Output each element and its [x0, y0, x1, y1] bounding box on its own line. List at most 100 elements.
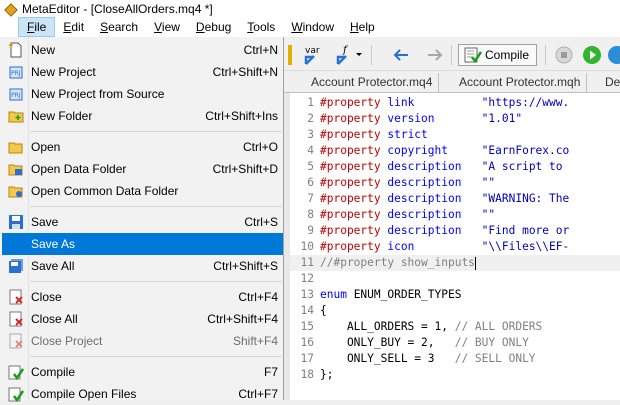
line-number: 16: [300, 336, 314, 349]
menu-item-save[interactable]: Save Ctrl+S: [2, 211, 283, 233]
insert-function-button[interactable]: f: [333, 44, 365, 66]
start-debug-button[interactable]: [581, 44, 603, 66]
insert-variable-button[interactable]: var: [301, 44, 327, 66]
arrow-right-icon: [428, 49, 443, 61]
menu-file[interactable]: File: [18, 17, 56, 37]
code-line: 11 //#property show_inputs: [290, 255, 620, 271]
menu-item-close-all[interactable]: Close All Ctrl+Shift+F4: [2, 308, 283, 330]
menu-item-shortcut: Ctrl+F4: [238, 290, 278, 304]
menu-separator: [30, 206, 282, 207]
title-bar: MetaEditor - [CloseAllOrders.mq4 *]: [0, 0, 620, 17]
menu-item-open-data-folder[interactable]: Open Data Folder Ctrl+Shift+D: [2, 158, 283, 180]
pause-button[interactable]: [607, 44, 620, 66]
code-token: copyright: [387, 144, 448, 157]
code-token: description: [387, 224, 462, 237]
line-number: 5: [307, 160, 314, 173]
menu-item-label: Open Data Folder: [31, 162, 127, 176]
tab-account-protector-mq4[interactable]: Account Protector.mq4: [305, 73, 440, 93]
svg-text:PRJ: PRJ: [11, 70, 21, 77]
code-token: #property: [320, 224, 388, 237]
menu-item-label: Save: [31, 215, 59, 229]
code-editor[interactable]: 1 #property link "https://www. 2 #property …: [290, 93, 620, 400]
menu-item-new[interactable]: New Ctrl+N: [2, 39, 283, 61]
menu-tools[interactable]: Tools: [239, 17, 283, 37]
menu-help[interactable]: Help: [342, 17, 383, 37]
toolbar-grip: [287, 44, 293, 66]
svg-text:f: f: [342, 45, 349, 56]
code-token: version: [387, 112, 435, 125]
menu-item-new-project-from-source[interactable]: PRJ New Project from Source: [2, 83, 283, 105]
menu-search[interactable]: Search: [92, 17, 146, 37]
code-line: 10 #property icon "\\Files\\EF-: [290, 239, 620, 255]
menu-item-open-common-data-folder[interactable]: Open Common Data Folder: [2, 180, 283, 202]
code-token: description: [387, 176, 462, 189]
navigate-forward-button[interactable]: [425, 44, 445, 66]
menu-item-shortcut: Ctrl+N: [243, 43, 278, 57]
menu-item-save-as[interactable]: Save As: [2, 233, 283, 255]
code-token: // ALL ORDERS: [454, 320, 543, 333]
compile-icon: [8, 364, 24, 380]
compile-label: Compile: [484, 48, 529, 62]
navigate-back-button[interactable]: [391, 44, 411, 66]
stop-button[interactable]: [553, 44, 575, 66]
code-token: };: [320, 368, 334, 381]
code-line: 9 #property description "Find more or: [290, 223, 620, 239]
line-number: 2: [307, 112, 314, 125]
code-token: description: [387, 192, 462, 205]
menu-view[interactable]: View: [146, 17, 188, 37]
line-number: 8: [307, 208, 314, 221]
code-token: #property: [320, 160, 388, 173]
code-token: {: [320, 304, 327, 317]
menu-item-new-folder[interactable]: New Folder Ctrl+Shift+Ins: [2, 105, 283, 127]
menu-bar: File Edit Search View Debug Tools Window Help: [0, 17, 620, 37]
menu-item-shortcut: Ctrl+Shift+Ins: [205, 109, 278, 123]
code-token: link: [387, 96, 415, 109]
code-token: #property: [320, 128, 388, 141]
file-menu-dropdown: New Ctrl+N PRJ New Project Ctrl+Shift+N PRJ Ne…: [0, 37, 284, 402]
text-caret: [474, 256, 476, 270]
line-number: 7: [307, 192, 314, 205]
menu-item-open[interactable]: Open Ctrl+O: [2, 136, 283, 158]
menu-item-close[interactable]: Close Ctrl+F4: [2, 286, 283, 308]
code-token: icon: [387, 240, 415, 253]
code-token: "Find more or: [481, 224, 570, 237]
play-icon: [583, 46, 601, 64]
menu-edit[interactable]: Edit: [55, 17, 92, 37]
menu-item-compile-open-files[interactable]: Compile Open Files Ctrl+F7: [2, 383, 283, 405]
close-icon: [8, 289, 24, 305]
compile-button[interactable]: Compile: [458, 44, 537, 66]
menu-item-compile[interactable]: Compile F7: [2, 361, 283, 383]
code-line: 18};: [290, 367, 620, 383]
code-token: "1.01": [481, 112, 523, 125]
code-token: "": [481, 176, 496, 189]
code-token: #property: [320, 112, 388, 125]
code-token: #property: [320, 96, 388, 109]
code-token: description: [387, 160, 462, 173]
line-number: 9: [307, 224, 314, 237]
menu-item-close-project[interactable]: Close Project Shift+F4: [2, 330, 283, 352]
code-line: 12: [290, 271, 620, 287]
code-token: "A script to: [481, 160, 570, 173]
code-token: #property: [320, 176, 388, 189]
menu-item-label: Compile: [31, 365, 76, 379]
menu-item-save-all[interactable]: Save All Ctrl+Shift+S: [2, 255, 283, 277]
code-token: ONLY_BUY = 2,: [320, 336, 455, 349]
menu-separator: [30, 356, 282, 357]
line-number: 17: [300, 352, 314, 365]
menu-item-new-project[interactable]: PRJ New Project Ctrl+Shift+N: [2, 61, 283, 83]
menu-item-shortcut: Ctrl+Shift+S: [213, 259, 278, 273]
code-line: 5 #property description "A script to: [290, 159, 620, 175]
metaeditor-logo-icon: [4, 3, 17, 15]
menu-window[interactable]: Window: [283, 17, 342, 37]
tab-account-protector-mqh[interactable]: Account Protector.mqh: [453, 73, 588, 93]
menu-debug[interactable]: Debug: [188, 17, 239, 37]
tab-de[interactable]: De: [599, 73, 620, 93]
code-token: #property: [320, 192, 388, 205]
pause-icon: [608, 46, 620, 64]
code-token: ENUM_ORDER_TYPES: [346, 288, 462, 301]
svg-text:var: var: [305, 46, 320, 56]
code-token: // BUY ONLY: [454, 336, 529, 349]
